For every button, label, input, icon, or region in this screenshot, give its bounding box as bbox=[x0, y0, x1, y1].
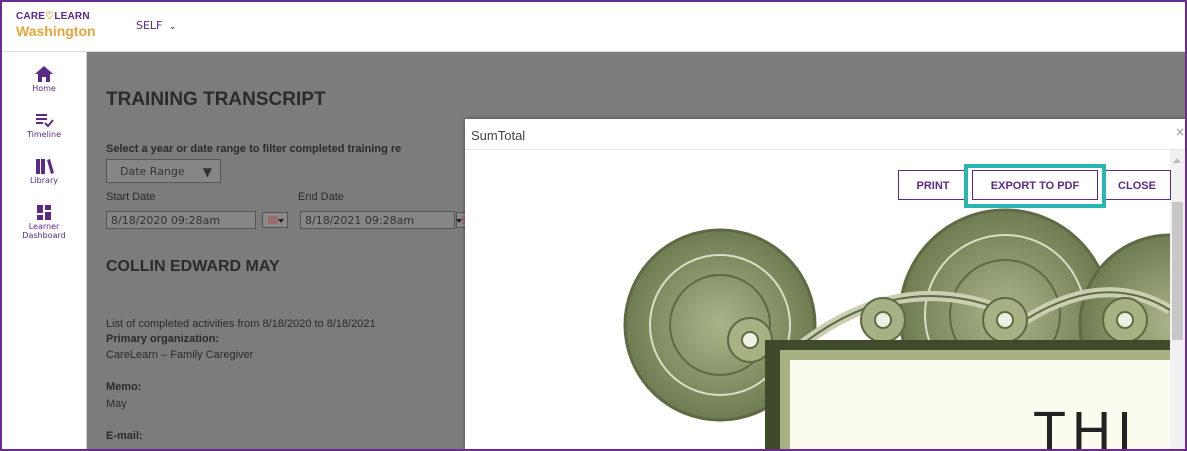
sidebar: Home Timeline Library Learner Dashboard bbox=[2, 52, 87, 449]
logo-text-washington: Washington bbox=[16, 23, 96, 39]
date-range-select[interactable]: Date Range ▼ bbox=[106, 159, 221, 183]
chevron-down-icon: ▼ bbox=[202, 165, 212, 179]
chevron-down-icon: ⌄ bbox=[168, 21, 177, 32]
certificate-modal: SumTotal × THI PRINT EXPORT TO PDF CLOSE bbox=[465, 119, 1185, 449]
home-icon bbox=[35, 66, 53, 82]
close-button[interactable]: CLOSE bbox=[1103, 170, 1171, 200]
memo-value: May bbox=[106, 398, 127, 410]
dashboard-icon bbox=[37, 205, 51, 220]
sidebar-item-label: Library bbox=[30, 176, 58, 185]
modal-title: SumTotal bbox=[471, 128, 526, 143]
start-date-input[interactable]: 8/18/2020 09:28am bbox=[106, 211, 256, 229]
date-range-select-value: Date Range bbox=[120, 165, 185, 178]
activities-range-text: List of completed activities from 8/18/2… bbox=[106, 318, 376, 330]
sidebar-item-timeline[interactable]: Timeline bbox=[2, 110, 86, 139]
close-icon[interactable]: × bbox=[1175, 125, 1185, 139]
page-title: TRAINING TRANSCRIPT bbox=[106, 89, 326, 110]
scroll-up-arrow[interactable] bbox=[1173, 158, 1181, 163]
heart-icon: ♡ bbox=[45, 11, 55, 22]
carelearn-logo[interactable]: CARE♡LEARN Washington bbox=[16, 10, 96, 38]
top-bar: CARE♡LEARN Washington SELF ⌄ bbox=[2, 2, 1185, 52]
sidebar-item-learner-dashboard[interactable]: Learner Dashboard bbox=[2, 202, 86, 240]
calendar-icon[interactable] bbox=[262, 212, 288, 228]
filter-prompt: Select a year or date range to filter co… bbox=[106, 143, 402, 155]
memo-label: Memo: bbox=[106, 381, 142, 393]
app-window: CARE♡LEARN Washington SELF ⌄ Home Timelin… bbox=[0, 0, 1187, 451]
certificate-heading: THI bbox=[1033, 401, 1138, 449]
sidebar-item-library[interactable]: Library bbox=[2, 156, 86, 185]
timeline-icon bbox=[36, 114, 54, 128]
print-button[interactable]: PRINT bbox=[898, 170, 968, 200]
sidebar-item-home[interactable]: Home bbox=[2, 64, 86, 93]
learner-name: COLLIN EDWARD MAY bbox=[106, 258, 280, 275]
scrollbar-thumb[interactable] bbox=[1172, 202, 1183, 340]
self-menu-dropdown[interactable]: SELF ⌄ bbox=[136, 19, 177, 32]
sidebar-item-label: Learner bbox=[28, 222, 60, 231]
logo-text-care: CARE bbox=[16, 11, 46, 22]
primary-org-label: Primary organization: bbox=[106, 333, 220, 345]
sidebar-item-label: Home bbox=[32, 84, 56, 93]
primary-org-value: CareLearn – Family Caregiver bbox=[106, 349, 254, 361]
end-date-label: End Date bbox=[298, 191, 344, 203]
self-menu-label: SELF bbox=[136, 19, 163, 32]
logo-text-learn: LEARN bbox=[54, 11, 90, 22]
export-highlight-box bbox=[964, 164, 1106, 208]
start-date-label: Start Date bbox=[106, 191, 156, 203]
end-date-input[interactable]: 8/18/2021 09:28am bbox=[300, 211, 455, 229]
library-icon bbox=[36, 159, 54, 174]
sidebar-item-label: Timeline bbox=[26, 130, 61, 139]
sidebar-item-label-line2: Dashboard bbox=[22, 231, 66, 240]
modal-header: SumTotal × bbox=[465, 119, 1185, 150]
email-label: E-mail: bbox=[106, 430, 143, 442]
modal-scrollbar[interactable] bbox=[1170, 150, 1185, 449]
